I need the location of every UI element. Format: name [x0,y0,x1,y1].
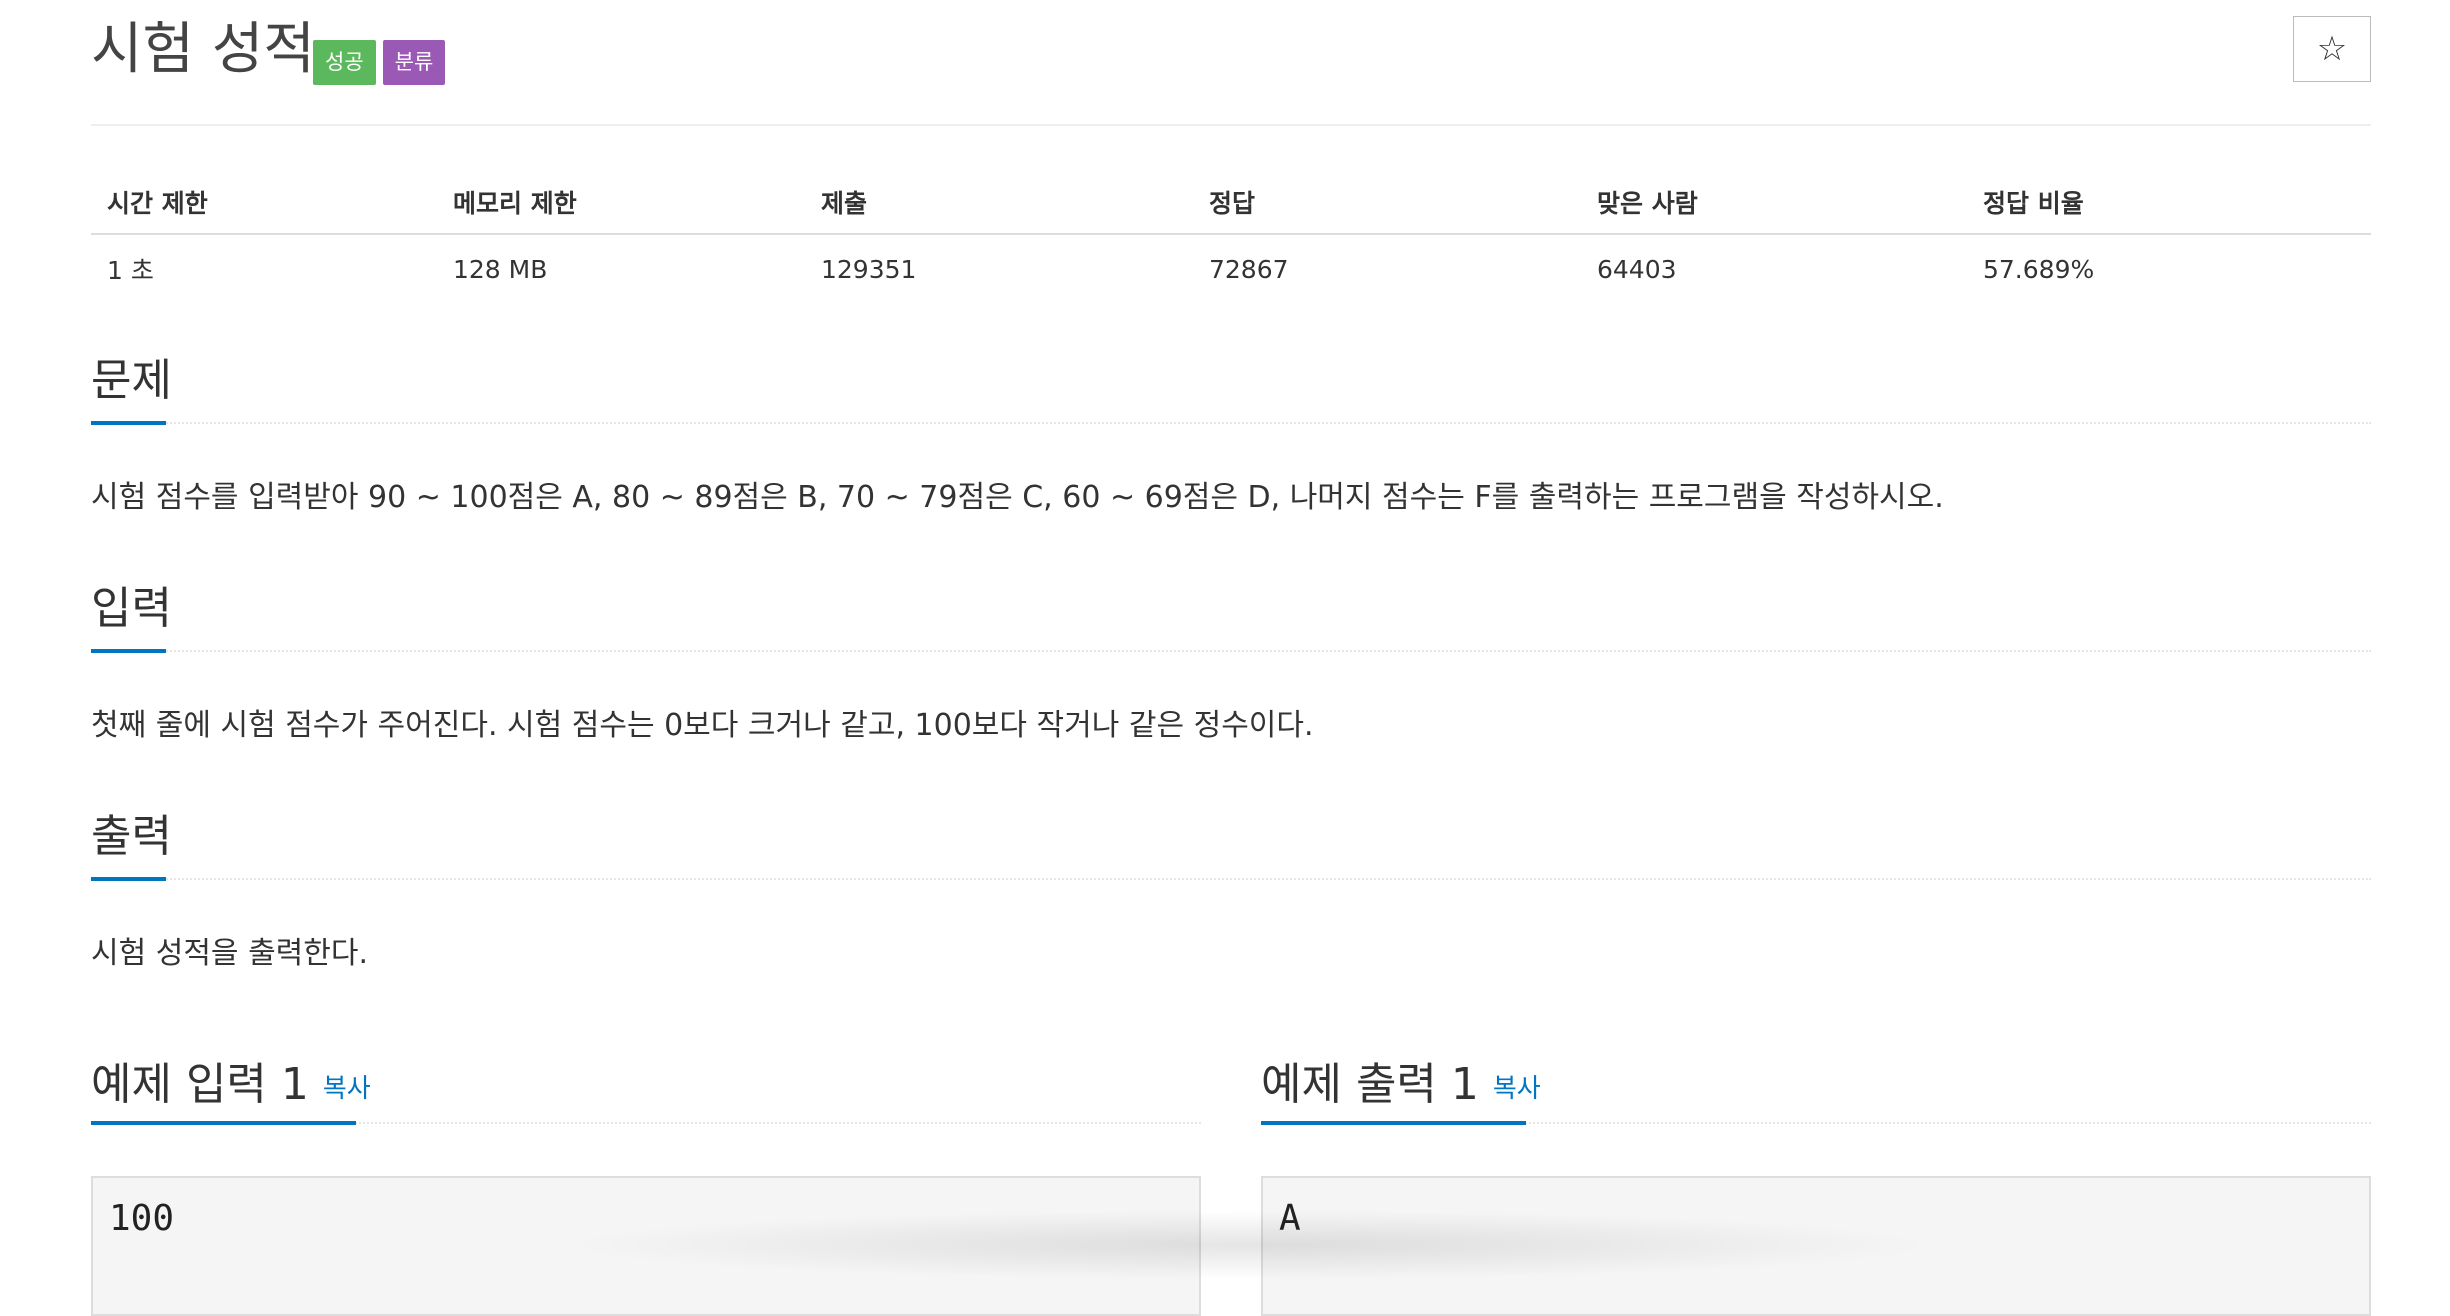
cell-accept-ratio: 57.689% [1983,254,2095,284]
cell-accepted[interactable]: 72867 [1193,234,1581,303]
sample-output-heading: 예제 출력 1 복사 [1261,1054,1541,1120]
heading-underline [91,1121,356,1125]
header-accepted: 정답 [1193,170,1581,235]
section-output: 출력 시험 성적을 출력한다. [91,806,2371,971]
title-divider [91,124,2371,126]
header-submissions: 제출 [805,170,1193,235]
header-memory-limit: 메모리 제한 [437,170,805,235]
description-text: 시험 점수를 입력받아 90 ~ 100점은 A, 80 ~ 89점은 B, 7… [91,480,1944,515]
copy-sample-input-link[interactable]: 복사 [323,1074,371,1104]
sample-input-heading: 예제 입력 1 복사 [91,1054,371,1120]
heading-underline [91,649,166,653]
section-heading: 문제 [91,355,172,406]
heading-underline [91,877,166,881]
heading-underline [91,421,166,425]
sample-output-section: 예제 출력 1 복사 A [1261,1040,2371,1316]
section-input: 입력 첫째 줄에 시험 점수가 주어진다. 시험 점수는 0보다 크거나 같고,… [91,578,2371,743]
problem-page: 시험 성적 성공 분류 ☆ 시간 제한 메모리 제한 제출 정답 맞은 사람 정… [0,0,2450,1316]
section-heading: 출력 [91,811,172,862]
header-accept-ratio: 정답 비율 [1967,170,2371,235]
status-badge-success: 성공 [313,40,376,85]
page-title: 시험 성적 [91,17,315,82]
copy-sample-output-link[interactable]: 복사 [1493,1074,1541,1104]
sample-heading-wrap: 예제 입력 1 복사 [91,1040,1201,1125]
table-row: 1 초 128 MB 129351 72867 64403 57.689% [91,234,2371,303]
category-badge[interactable]: 분류 [382,40,446,85]
sample-output-box[interactable]: A [1261,1176,2371,1316]
cell-time-limit: 1 초 [107,256,154,285]
cell-solved-users[interactable]: 64403 [1581,234,1967,303]
heading-underline [1261,1121,1526,1125]
section-heading-wrap: 출력 [91,806,2371,881]
title-row: 시험 성적 성공 분류 ☆ [91,10,2371,110]
table-header-row: 시간 제한 메모리 제한 제출 정답 맞은 사람 정답 비율 [91,170,2371,235]
problem-stats-table: 시간 제한 메모리 제한 제출 정답 맞은 사람 정답 비율 1 초 128 M… [91,170,2371,303]
section-heading: 입력 [91,583,172,634]
badge-group: 성공 분류 [313,40,446,85]
output-description-text: 시험 성적을 출력한다. [91,936,369,971]
sample-output-heading-text: 예제 출력 1 [1261,1059,1479,1110]
star-icon: ☆ [2316,29,2348,69]
sample-heading-wrap: 예제 출력 1 복사 [1261,1040,2371,1125]
input-description-text: 첫째 줄에 시험 점수가 주어진다. 시험 점수는 0보다 크거나 같고, 10… [91,708,1314,743]
sample-input-section: 예제 입력 1 복사 100 [91,1040,1201,1316]
header-solved-users: 맞은 사람 [1581,170,1967,235]
sample-input-box[interactable]: 100 [91,1176,1201,1316]
section-heading-wrap: 문제 [91,350,2371,425]
cell-memory-limit: 128 MB [453,254,548,284]
header-time-limit: 시간 제한 [91,170,437,235]
section-heading-wrap: 입력 [91,578,2371,653]
section-description: 문제 시험 점수를 입력받아 90 ~ 100점은 A, 80 ~ 89점은 B… [91,350,2371,515]
sample-input-heading-text: 예제 입력 1 [91,1059,309,1110]
cell-submissions[interactable]: 129351 [805,234,1193,303]
favorite-star-button[interactable]: ☆ [2293,16,2371,82]
